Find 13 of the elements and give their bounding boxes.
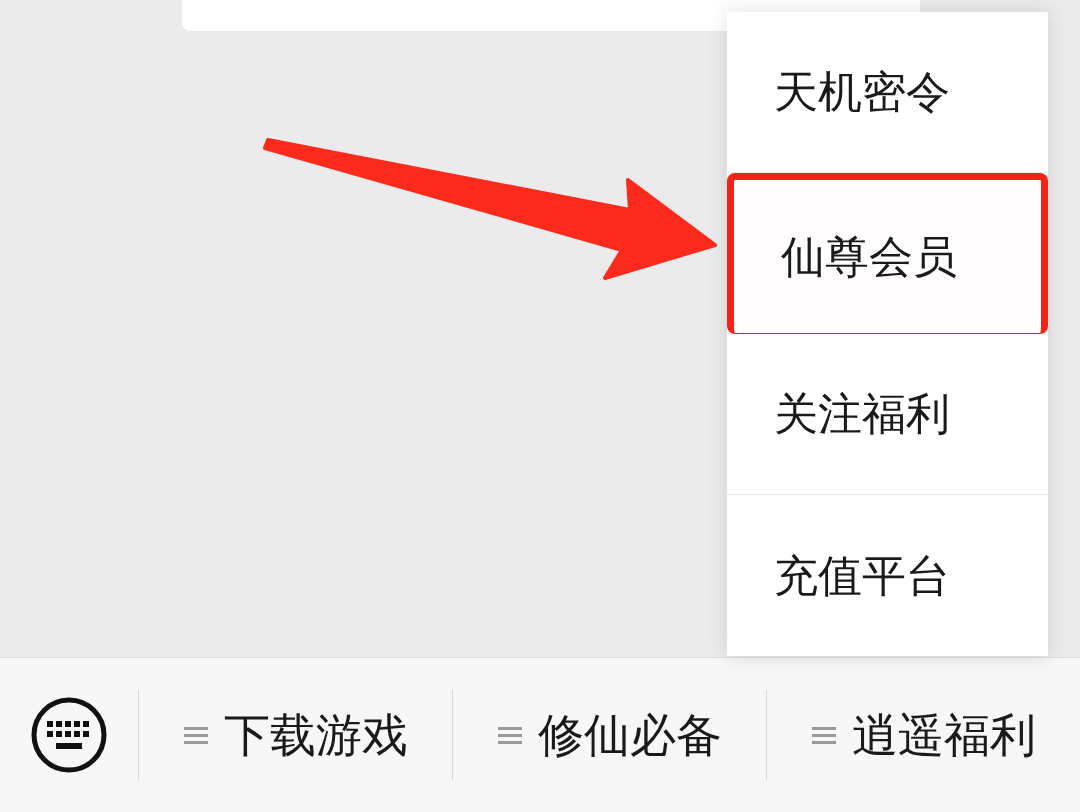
menu-label: 逍遥福利 bbox=[851, 706, 1036, 764]
menu-label: 修仙必备 bbox=[537, 706, 722, 764]
keyboard-icon[interactable] bbox=[30, 696, 108, 774]
menu-icon bbox=[497, 725, 522, 745]
menu-tab[interactable]: 逍遥福利 bbox=[767, 690, 1080, 780]
menu-item[interactable]: 关注福利 bbox=[727, 334, 1048, 495]
menu-label: 下载游戏 bbox=[223, 706, 408, 764]
menu-tab[interactable]: 下载游戏 bbox=[139, 690, 453, 780]
menu-icon bbox=[811, 725, 836, 745]
menu-item[interactable]: 充值平台 bbox=[727, 495, 1048, 656]
menu-icon bbox=[183, 725, 208, 745]
menu-item[interactable]: 仙尊会员 bbox=[727, 173, 1048, 334]
menu-tab[interactable]: 修仙必备 bbox=[453, 690, 767, 780]
